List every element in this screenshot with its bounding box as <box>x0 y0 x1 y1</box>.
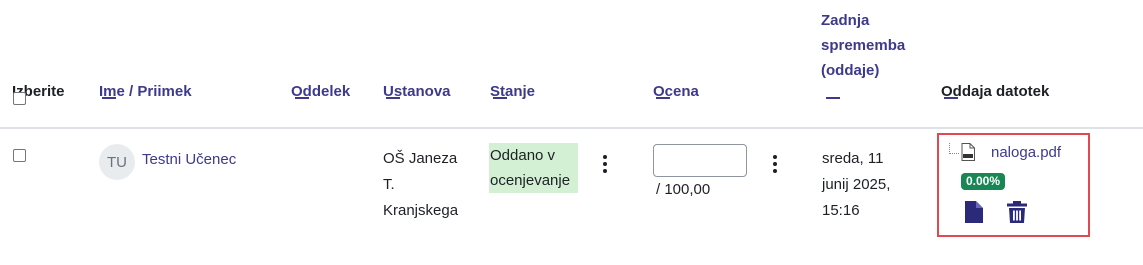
modified-line: 15:16 <box>822 202 860 219</box>
file-submission-highlight: naloga.pdf 0.00% <box>937 133 1090 237</box>
grade-max: / 100,00 <box>656 181 711 198</box>
submitted-file-link[interactable]: naloga.pdf <box>991 144 1061 161</box>
file-submissions-hide-column-icon[interactable] <box>944 97 958 99</box>
last-modified-hide-column-icon[interactable] <box>826 97 840 99</box>
tree-connector <box>949 153 959 154</box>
status-line: ocenjevanje <box>490 172 571 189</box>
last-modified-line: sprememba <box>821 37 906 54</box>
table-header: Izberite Ime / Priimek Oddelek Ustanova … <box>0 0 1143 128</box>
grade-hide-column-icon[interactable] <box>656 97 670 99</box>
table-row: TU Testni Učenec OŠ Janeza T. Kranjskega… <box>0 130 1143 240</box>
institution-hide-column-icon[interactable] <box>386 97 400 99</box>
document-icon[interactable] <box>965 201 983 223</box>
name-hide-column-icon[interactable] <box>102 97 116 99</box>
row-select-checkbox[interactable] <box>13 149 26 162</box>
pdf-file-icon <box>961 143 975 161</box>
last-modified-line: (oddaje) <box>821 62 880 79</box>
status-sort-link[interactable]: Stanje <box>490 80 535 104</box>
grade-kebab-menu-icon[interactable] <box>770 155 780 173</box>
status-hide-column-icon[interactable] <box>493 97 507 99</box>
grade-sort-link[interactable]: Ocena <box>653 80 699 104</box>
similarity-percent-badge: 0.00% <box>961 173 1006 190</box>
last-modified-cell: sreda, 11 junij 2025, 15:16 <box>822 146 922 224</box>
trash-icon[interactable] <box>1007 201 1027 223</box>
modified-line: junij 2025, <box>822 176 891 193</box>
last-modified-sort-link[interactable]: Zadnja sprememba (oddaje) <box>821 8 905 83</box>
last-modified-line: Zadnja <box>821 12 870 29</box>
institution-line: Kranjskega <box>383 202 459 219</box>
name-sort-link[interactable]: Ime / Priimek <box>99 80 192 104</box>
modified-line: sreda, 11 <box>822 150 884 167</box>
student-name-link[interactable]: Testni Učenec <box>142 151 236 168</box>
header-divider <box>0 127 1143 129</box>
status-line: Oddano v <box>490 147 556 164</box>
file-submissions-header: Oddaja datotek <box>941 83 1050 100</box>
institution-cell: OŠ Janeza T. Kranjskega <box>383 146 473 224</box>
avatar: TU <box>99 144 135 180</box>
select-all-checkbox[interactable] <box>13 92 26 105</box>
status-badge: Oddano v ocenjevanje <box>489 143 578 193</box>
status-kebab-menu-icon[interactable] <box>600 155 610 173</box>
group-sort-link[interactable]: Oddelek <box>291 80 350 104</box>
grade-input[interactable] <box>653 144 747 177</box>
institution-sort-link[interactable]: Ustanova <box>383 80 451 104</box>
institution-line: OŠ Janeza <box>383 150 458 167</box>
group-hide-column-icon[interactable] <box>295 97 309 99</box>
institution-line: T. <box>383 176 395 193</box>
